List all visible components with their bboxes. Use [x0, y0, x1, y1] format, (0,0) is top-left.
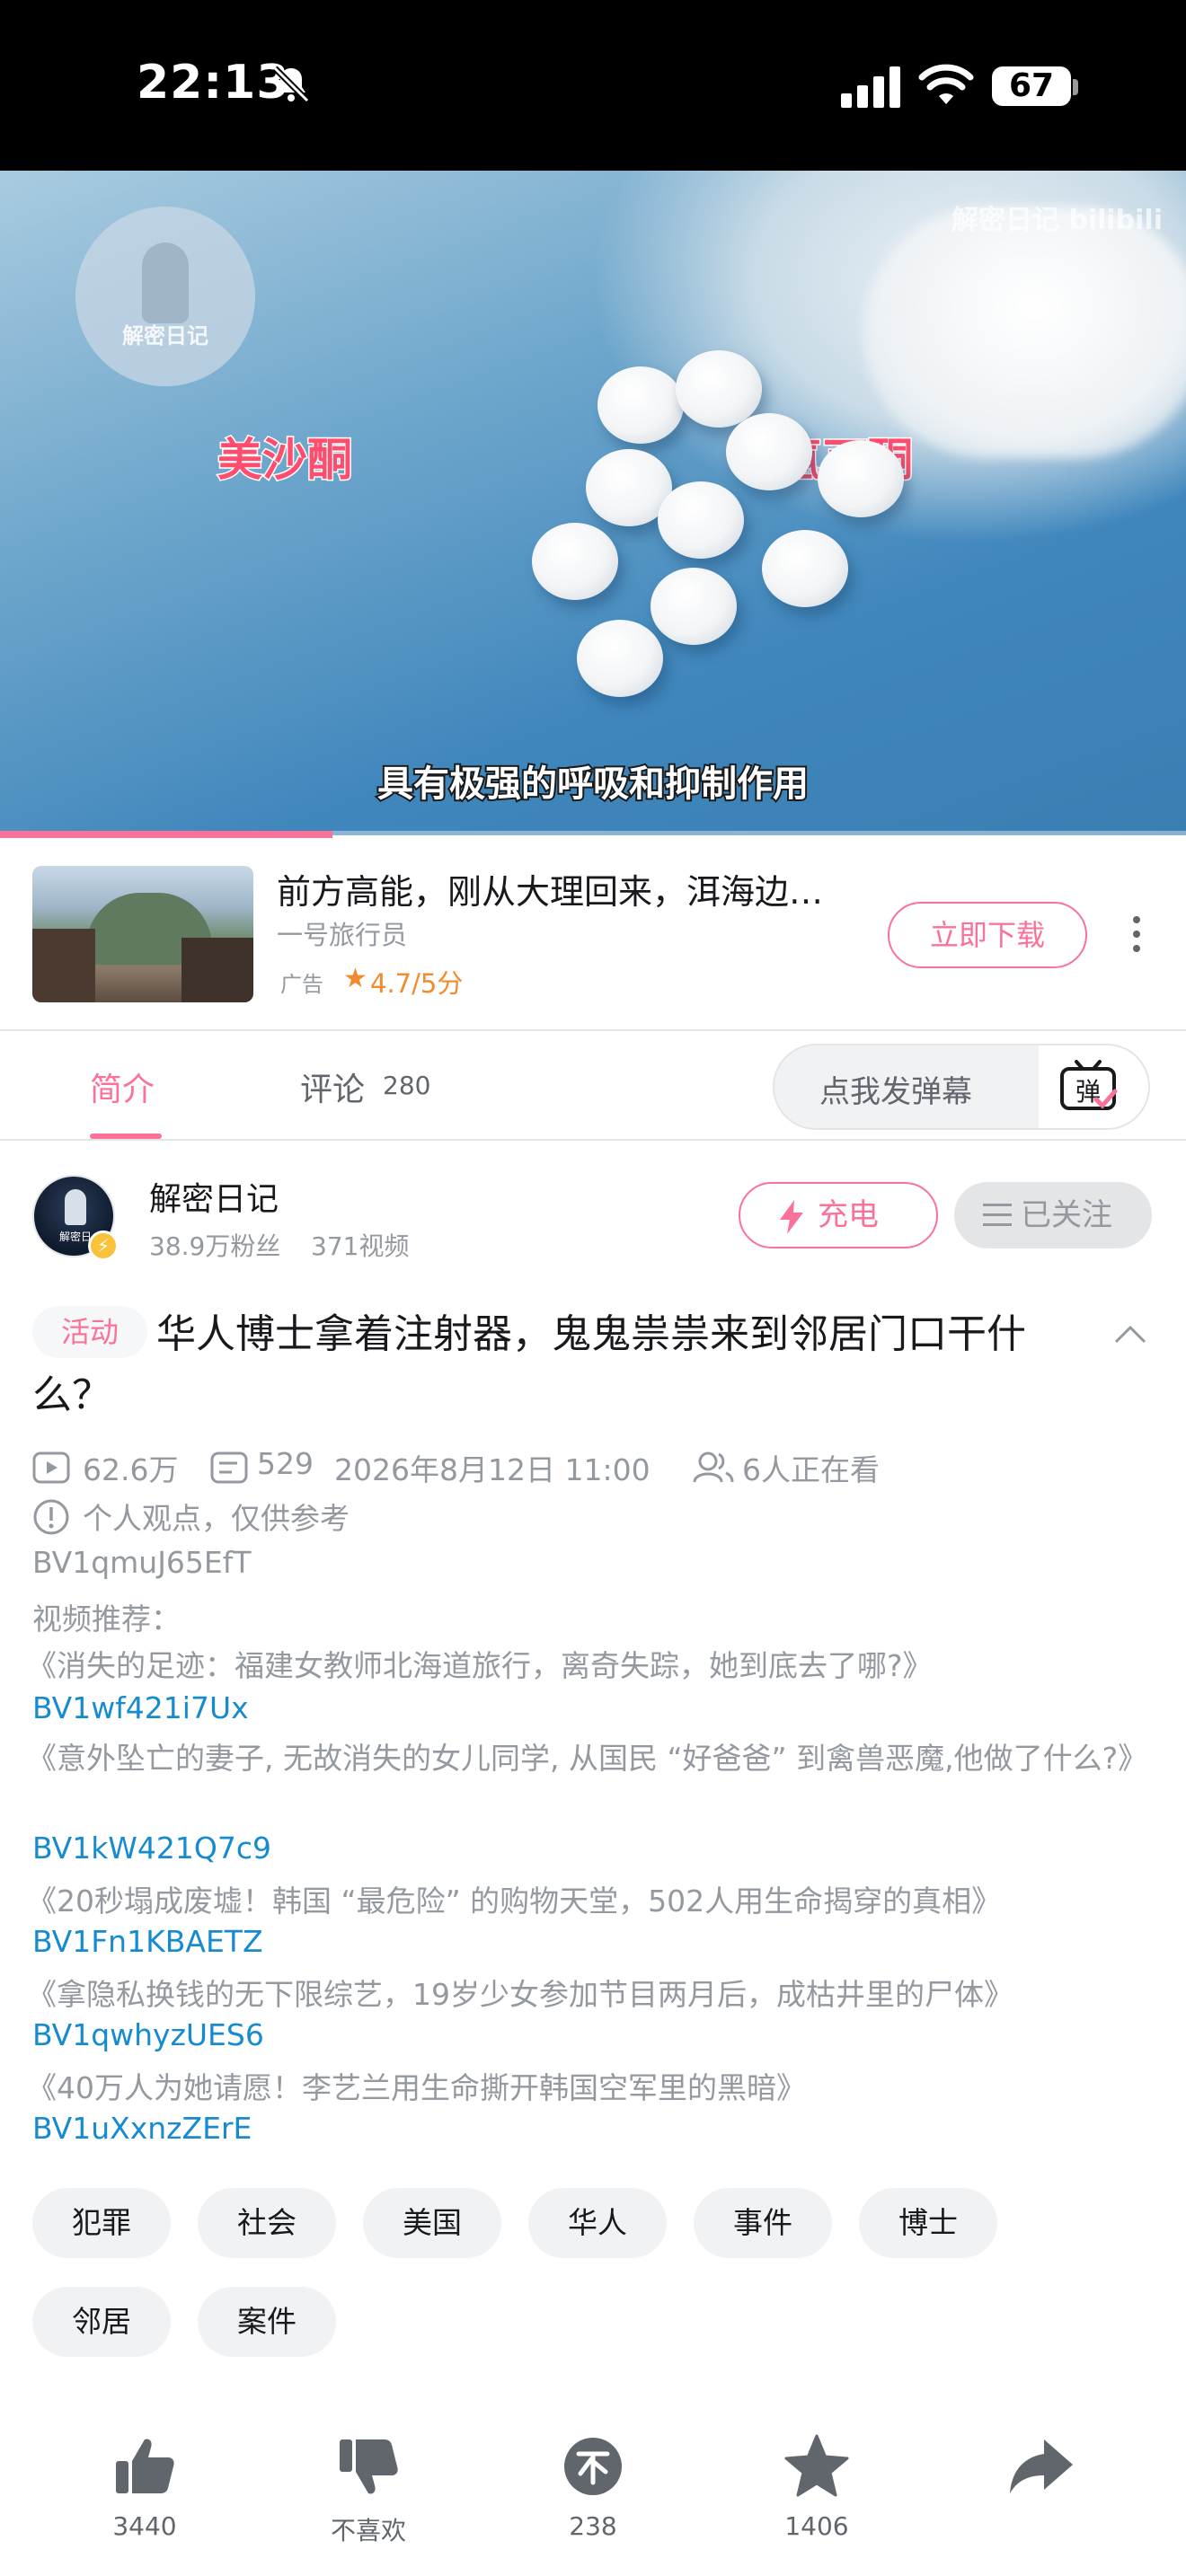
coin-button[interactable]: 238 — [503, 2432, 683, 2541]
ad-subtitle: 一号旅行员 — [277, 920, 408, 950]
recommend-link[interactable]: BV1kW421Q7c9 — [32, 1831, 271, 1866]
tag-chip[interactable]: 事件 — [694, 2188, 832, 2258]
like-button[interactable]: 3440 — [55, 2432, 235, 2541]
tab-comments[interactable]: 评论 — [300, 1063, 365, 1110]
bell-off-icon — [272, 66, 310, 103]
share-button[interactable] — [951, 2432, 1130, 2511]
divider — [0, 1029, 1186, 1031]
battery-icon: 67 — [992, 66, 1071, 106]
pill — [577, 620, 663, 697]
recommend-title: 《拿隐私换钱的无下限综艺，19岁少女参加节目两月后，成枯井里的尸体》 — [27, 1977, 1013, 2012]
status-bar: 22:13 67 — [0, 0, 1186, 171]
tag-chip[interactable]: 美国 — [363, 2188, 501, 2258]
recommend-title: 《40万人为她请愿！李艺兰用生命撕开韩国空军里的黑暗》 — [27, 2070, 806, 2105]
thumb-down-icon — [340, 2439, 398, 2494]
chevron-up-icon[interactable] — [1112, 1320, 1148, 1347]
danmu-input[interactable]: 点我发弹幕 弹 — [773, 1044, 1150, 1130]
pill — [818, 440, 904, 517]
uploader-videos: 371视频 — [311, 1231, 410, 1261]
menu-icon — [983, 1204, 1012, 1226]
video-title: 华人博士拿着注射器，鬼鬼祟祟来到邻居门口干什么？ — [32, 1311, 1026, 1418]
tab-intro[interactable]: 简介 — [90, 1063, 155, 1110]
recommend-link[interactable]: BV1Fn1KBAETZ — [32, 1924, 263, 1959]
divider — [0, 1139, 1186, 1141]
download-button[interactable]: 立即下载 — [888, 902, 1087, 968]
danmaku-icon — [210, 1451, 248, 1484]
signal-icon — [841, 66, 900, 108]
more-icon[interactable] — [1123, 913, 1150, 957]
recommend-label: 视频推荐： — [32, 1601, 181, 1636]
video-title-block: 活动 华人博士拿着注射器，鬼鬼祟祟来到邻居门口干什么？ — [32, 1304, 1093, 1426]
battery-tip — [1073, 79, 1078, 95]
tag-chip[interactable]: 华人 — [528, 2188, 667, 2258]
ad-tag: 广告 — [280, 972, 323, 997]
danmu-icon: 弹 — [1060, 1060, 1118, 1110]
watermark-logo: 解密日记 — [75, 207, 255, 386]
ad-thumbnail[interactable] — [32, 866, 253, 1002]
watching-count: 6人正在看 — [742, 1452, 880, 1487]
publish-date: 2026年8月12日 11:00 — [334, 1452, 651, 1487]
star-icon — [784, 2434, 849, 2497]
recommend-link[interactable]: BV1qwhyzUES6 — [32, 2017, 264, 2052]
danmu-placeholder: 点我发弹幕 — [819, 1074, 972, 1110]
video-player[interactable]: 解密日记 解密日记 bilibili 美沙酮 氢可酮 具有极强的呼吸和抑制作用 — [0, 171, 1186, 835]
coin-icon — [564, 2438, 622, 2495]
play-count-icon — [32, 1451, 70, 1484]
pill — [597, 366, 684, 444]
info-icon — [33, 1499, 69, 1535]
follow-button[interactable]: 已关注 — [954, 1182, 1152, 1248]
charge-label: 充电 — [818, 1197, 879, 1233]
video-subtitle: 具有极强的呼吸和抑制作用 — [376, 762, 810, 807]
lightning-badge-icon: ⚡ — [88, 1231, 119, 1261]
viewers-icon — [693, 1451, 734, 1483]
favorite-count: 1406 — [784, 2511, 849, 2541]
star-icon: ★ — [343, 963, 367, 994]
tag-chip[interactable]: 社会 — [198, 2188, 336, 2258]
pill — [651, 568, 737, 645]
uploader-name[interactable]: 解密日记 — [149, 1173, 279, 1220]
bvid-text: BV1qmuJ65EfT — [32, 1545, 252, 1580]
recommend-title: 《意外坠亡的妻子, 无故消失的女儿同学, 从国民 “好爸爸” 到禽兽恶魔,他做了… — [27, 1741, 1148, 1776]
pill — [676, 350, 762, 428]
view-count: 62.6万 — [83, 1452, 179, 1487]
follow-label: 已关注 — [1021, 1197, 1112, 1233]
status-time: 22:13 — [137, 56, 290, 110]
recommend-title: 《消失的足迹：福建女教师北海道旅行，离奇失踪，她到底去了哪?》 — [27, 1648, 933, 1683]
ad-rating: 4.7/5分 — [370, 968, 464, 999]
pill — [726, 413, 812, 490]
like-count: 3440 — [112, 2511, 177, 2541]
danmaku-count: 529 — [257, 1446, 314, 1481]
pill-bottle — [863, 207, 1186, 458]
favorite-button[interactable]: 1406 — [727, 2432, 907, 2541]
activity-badge[interactable]: 活动 — [32, 1306, 147, 1358]
comments-count: 280 — [383, 1071, 431, 1100]
coin-count: 238 — [569, 2511, 617, 2541]
recommend-title: 《20秒塌成废墟！韩国 “最危险” 的购物天堂，502人用生命揭穿的真相》 — [27, 1883, 1002, 1919]
pill — [762, 530, 848, 607]
recommend-link[interactable]: BV1uXxnzZErE — [32, 2111, 252, 2146]
pill — [532, 523, 618, 600]
video-label-left: 美沙酮 — [217, 433, 354, 488]
share-icon — [1010, 2439, 1073, 2493]
charge-button[interactable]: 充电 — [739, 1182, 938, 1248]
notice-text: 个人观点，仅供参考 — [83, 1501, 350, 1536]
thumb-up-icon — [116, 2439, 174, 2493]
recommend-link[interactable]: BV1wf421i7Ux — [32, 1690, 249, 1725]
uploader-fans: 38.9万粉丝 — [149, 1231, 281, 1261]
watermark-text: 解密日记 bilibili — [951, 205, 1163, 236]
tag-chip[interactable]: 案件 — [198, 2287, 336, 2357]
lightning-icon — [780, 1200, 803, 1234]
dislike-button[interactable]: 不喜欢 — [279, 2432, 458, 2547]
wifi-icon — [918, 64, 974, 104]
ad-card[interactable]: 前方高能，刚从大理回来，洱海边… 一号旅行员 广告 ★ 4.7/5分 立即下载 — [0, 841, 1186, 1029]
danmu-toggle-button[interactable]: 弹 — [1039, 1045, 1148, 1128]
tag-chip[interactable]: 犯罪 — [32, 2188, 171, 2258]
tag-chip[interactable]: 邻居 — [32, 2287, 171, 2357]
dislike-label: 不喜欢 — [330, 2516, 406, 2545]
tag-chip[interactable]: 博士 — [859, 2188, 997, 2258]
pill — [658, 481, 744, 559]
ad-title[interactable]: 前方高能，刚从大理回来，洱海边… — [277, 864, 823, 913]
progress-fill — [0, 831, 332, 838]
